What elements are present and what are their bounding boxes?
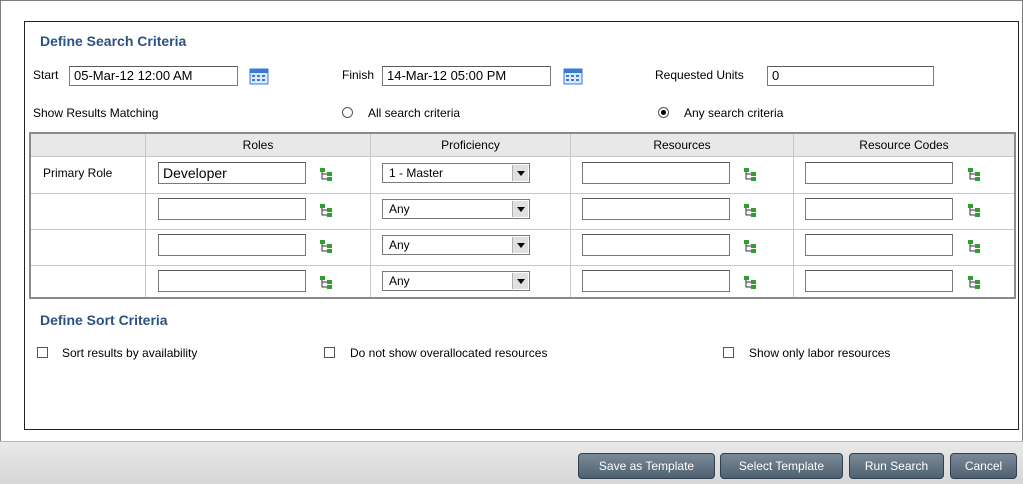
finish-date-input[interactable]: 14-Mar-12 05:00 PM — [382, 66, 551, 86]
resource-code-input[interactable] — [805, 270, 953, 292]
search-criteria-title: Define Search Criteria — [40, 33, 187, 49]
resource-code-input[interactable] — [805, 234, 953, 256]
run-search-button[interactable]: Run Search — [849, 453, 944, 479]
role-input[interactable]: Developer — [158, 162, 306, 184]
role-input[interactable] — [158, 198, 306, 220]
sort-by-availability-checkbox[interactable] — [37, 347, 48, 358]
proficiency-value: Any — [389, 202, 410, 216]
resource-input[interactable] — [582, 162, 730, 184]
proficiency-value: Any — [389, 274, 410, 288]
resource-code-lookup-icon[interactable] — [967, 167, 981, 181]
proficiency-header: Proficiency — [441, 138, 500, 152]
labor-only-checkbox[interactable] — [723, 347, 734, 358]
resources-header: Resources — [653, 138, 711, 152]
role-lookup-icon[interactable] — [319, 239, 333, 253]
proficiency-select[interactable]: Any — [382, 199, 530, 219]
grid-row-divider — [31, 229, 1014, 230]
resource-codes-header: Resource Codes — [859, 138, 949, 152]
proficiency-select[interactable]: 1 - Master — [382, 163, 530, 183]
chevron-down-icon — [512, 273, 528, 289]
start-calendar-icon[interactable] — [249, 67, 269, 85]
all-criteria-radio[interactable] — [342, 107, 353, 118]
role-lookup-icon[interactable] — [319, 275, 333, 289]
chevron-down-icon — [512, 201, 528, 217]
role-input[interactable] — [158, 234, 306, 256]
sort-criteria-title: Define Sort Criteria — [40, 312, 168, 328]
grid-divider — [370, 134, 371, 297]
footer-bar: Save as Template Select Template Run Sea… — [0, 441, 1023, 484]
role-lookup-icon[interactable] — [319, 203, 333, 217]
grid-divider — [793, 134, 794, 297]
grid-row-divider — [31, 265, 1014, 266]
resource-lookup-icon[interactable] — [743, 275, 757, 289]
hide-overallocated-checkbox[interactable] — [324, 347, 335, 358]
requested-units-input[interactable]: 0 — [767, 66, 934, 86]
resource-code-lookup-icon[interactable] — [967, 239, 981, 253]
resource-input[interactable] — [582, 270, 730, 292]
start-label: Start — [33, 68, 59, 82]
proficiency-value: 1 - Master — [389, 166, 444, 180]
finish-label: Finish — [342, 68, 375, 82]
roles-header: Roles — [242, 138, 274, 152]
chevron-down-icon — [512, 237, 528, 253]
grid-divider — [145, 134, 146, 297]
select-template-button[interactable]: Select Template — [720, 453, 843, 479]
start-date-input[interactable]: 05-Mar-12 12:00 AM — [69, 66, 238, 86]
finish-calendar-icon[interactable] — [563, 67, 583, 85]
resource-code-input[interactable] — [805, 198, 953, 220]
resource-lookup-icon[interactable] — [743, 203, 757, 217]
resource-code-lookup-icon[interactable] — [967, 203, 981, 217]
resource-input[interactable] — [582, 234, 730, 256]
resource-lookup-icon[interactable] — [743, 239, 757, 253]
resource-input[interactable] — [582, 198, 730, 220]
chevron-down-icon — [512, 165, 528, 181]
all-criteria-label: All search criteria — [368, 106, 461, 120]
any-criteria-label: Any search criteria — [684, 106, 784, 120]
grid-row-divider — [31, 193, 1014, 194]
labor-only-label: Show only labor resources — [749, 346, 891, 360]
save-as-template-button[interactable]: Save as Template — [578, 453, 715, 479]
hide-overallocated-label: Do not show overallocated resources — [350, 346, 548, 360]
role-lookup-icon[interactable] — [319, 167, 333, 181]
proficiency-value: Any — [389, 238, 410, 252]
proficiency-select[interactable]: Any — [382, 271, 530, 291]
primary-role-label: Primary Role — [43, 166, 113, 180]
resource-code-input[interactable] — [805, 162, 953, 184]
requested-units-label: Requested Units — [655, 68, 744, 82]
any-criteria-radio[interactable] — [658, 107, 669, 118]
proficiency-select[interactable]: Any — [382, 235, 530, 255]
role-input[interactable] — [158, 270, 306, 292]
grid-divider — [570, 134, 571, 297]
cancel-button[interactable]: Cancel — [950, 453, 1017, 479]
resource-code-lookup-icon[interactable] — [967, 275, 981, 289]
sort-by-availability-label: Sort results by availability — [62, 346, 198, 360]
show-results-label: Show Results Matching — [33, 106, 159, 120]
resource-lookup-icon[interactable] — [743, 167, 757, 181]
